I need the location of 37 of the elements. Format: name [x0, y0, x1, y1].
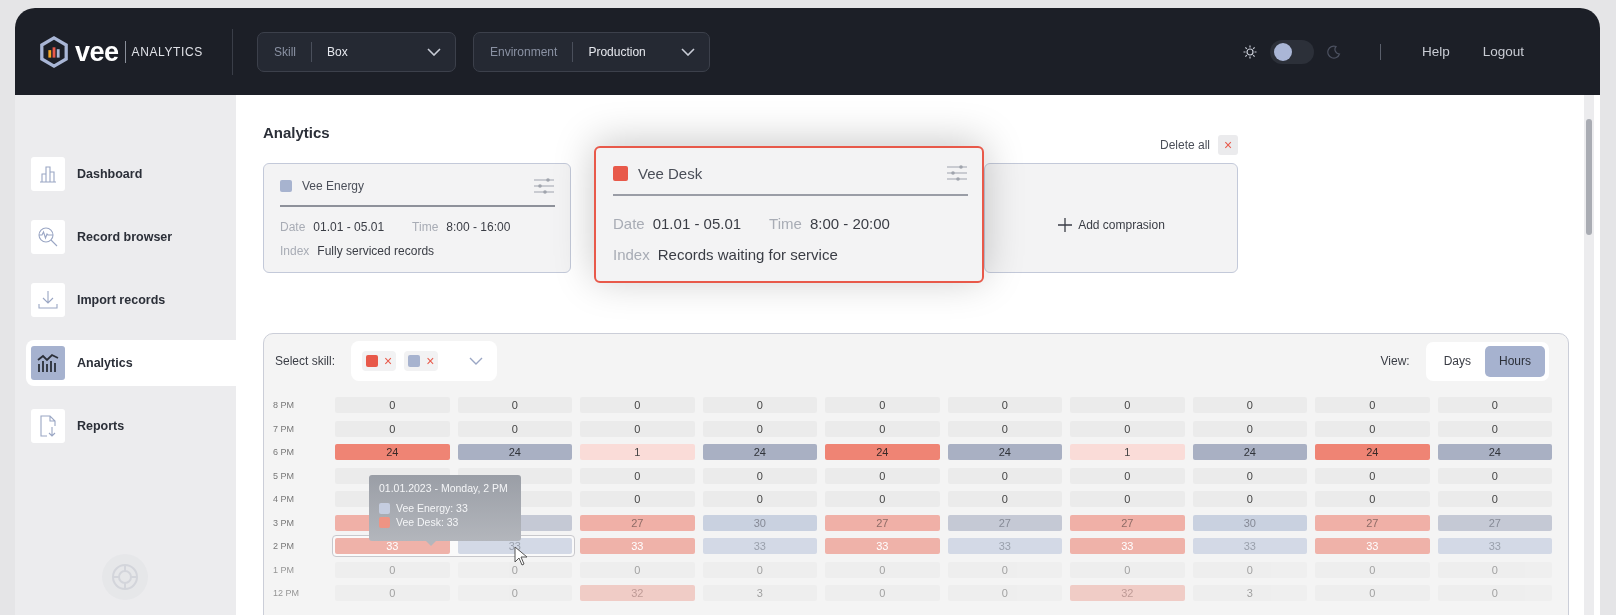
- dropdown-value: Production: [588, 44, 647, 59]
- field-label: Time: [412, 220, 439, 234]
- logo-subtitle: ANALYTICS: [131, 44, 203, 59]
- hour-label: 4 PM: [273, 493, 295, 506]
- hour-label: 6 PM: [273, 446, 295, 459]
- delete-all-label: Delete all: [1159, 138, 1210, 152]
- view-label: View:: [1380, 354, 1410, 368]
- skill-name: Vee Desk: [638, 164, 704, 182]
- dropdown-label: Skill: [274, 44, 296, 59]
- field-label: Index: [613, 246, 650, 263]
- hour-label: 8 PM: [273, 399, 295, 412]
- hour-label: 7 PM: [273, 422, 295, 436]
- date-range: 01.01 - 05.01: [652, 215, 742, 232]
- select-skill-label: Select skill:: [275, 354, 336, 368]
- time-range: 8:00 - 20:00: [809, 215, 890, 232]
- dropdown-value: Box: [327, 44, 349, 59]
- index-value: Records waiting for service: [657, 246, 838, 263]
- tooltip-title: 01.01.2023 - Monday, 2 PM: [379, 482, 509, 494]
- hour-label: 12 PM: [273, 587, 300, 600]
- time-range: 8:00 - 16:00: [446, 220, 511, 234]
- skill-name: Vee Energy: [302, 179, 366, 193]
- hour-label: 1 PM: [273, 563, 295, 577]
- tooltip-entry: Vee Energy: 33: [396, 502, 468, 514]
- tooltip-entry: Vee Desk: 33: [396, 516, 459, 528]
- date-range: 01.01 - 05.01: [313, 220, 385, 234]
- hour-label: 3 PM: [273, 516, 295, 530]
- field-label: Date: [280, 220, 306, 234]
- field-label: Index: [280, 244, 310, 258]
- hour-label: 2 PM: [273, 540, 295, 553]
- hour-label: 5 PM: [273, 469, 295, 483]
- page-title: Analytics: [263, 124, 330, 141]
- index-value: Fully serviced records: [317, 244, 435, 258]
- field-label: Time: [769, 215, 802, 232]
- add-comparison-label: Add comprasion: [1078, 217, 1165, 232]
- dropdown-label: Environment: [490, 44, 558, 59]
- logo-wordmark: vee: [75, 40, 126, 63]
- field-label: Date: [613, 215, 645, 232]
